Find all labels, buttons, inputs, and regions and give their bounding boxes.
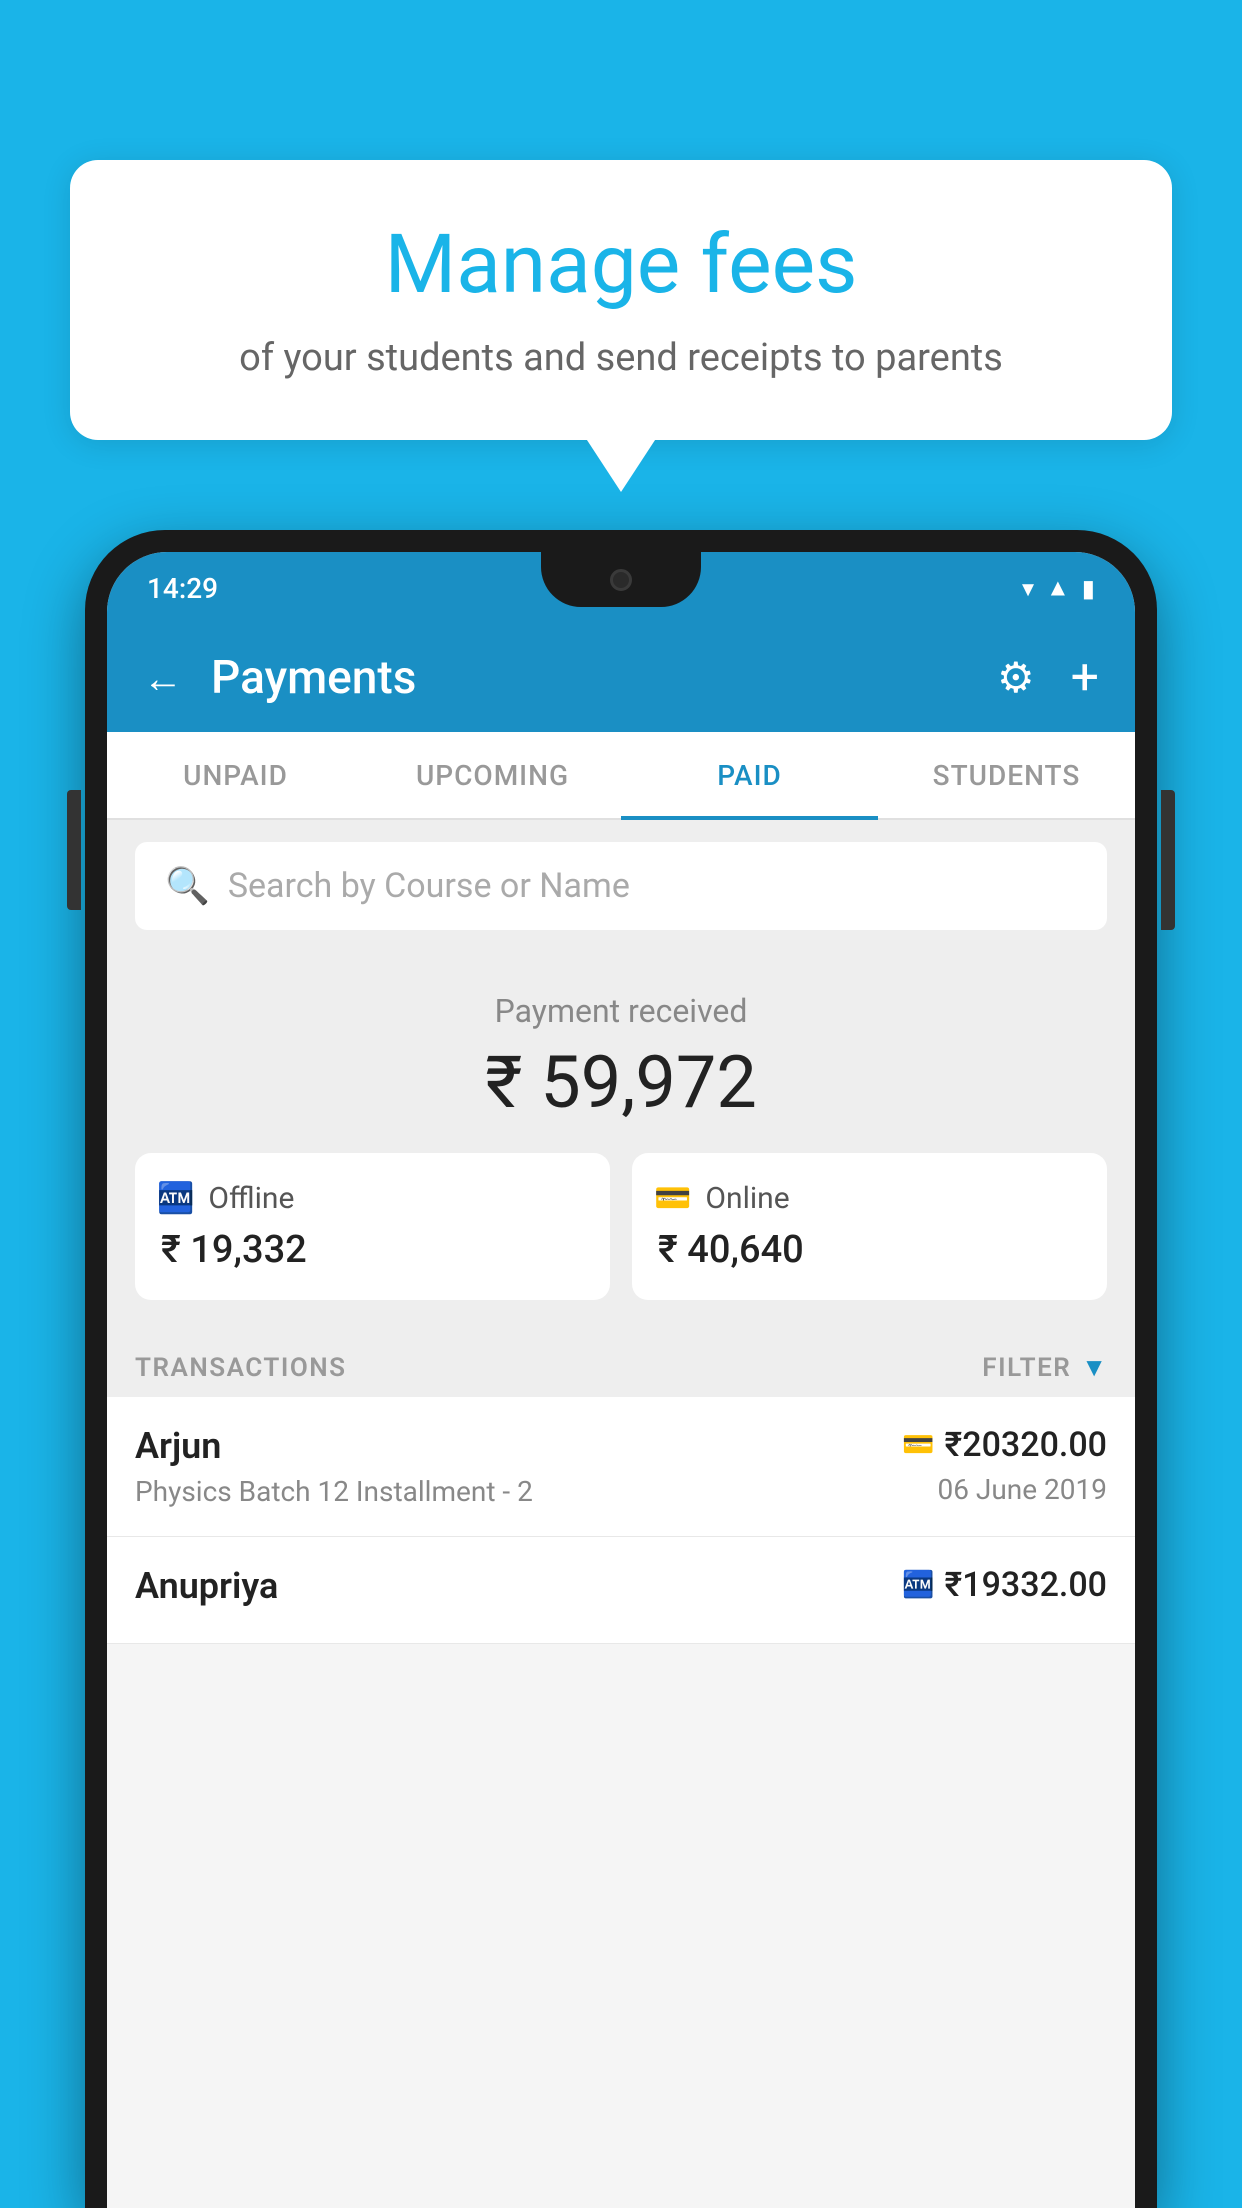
search-container: 🔍 Search by Course or Name <box>107 820 1135 952</box>
hero-title: Manage fees <box>150 220 1092 310</box>
offline-amount: ₹ 19,332 <box>157 1228 588 1272</box>
back-button[interactable]: ← <box>143 655 183 702</box>
transaction-detail: Physics Batch 12 Installment - 2 <box>135 1475 533 1508</box>
offline-icon: 🏧 <box>157 1181 194 1216</box>
status-time: 14:29 <box>147 572 218 605</box>
tab-paid[interactable]: PAID <box>621 732 878 818</box>
transactions-header: TRANSACTIONS FILTER ▼ <box>107 1330 1135 1397</box>
offline-card-header: 🏧 Offline <box>157 1181 588 1216</box>
notch <box>541 552 701 607</box>
transaction-amount-anupriya: ₹19332.00 <box>945 1565 1107 1605</box>
transaction-amount-row-anupriya: 🏧 ₹19332.00 <box>902 1565 1107 1605</box>
online-card-header: 💳 Online <box>654 1181 1085 1216</box>
transaction-item-anupriya[interactable]: Anupriya 🏧 ₹19332.00 <box>107 1537 1135 1644</box>
filter-icon: ▼ <box>1081 1352 1107 1383</box>
offline-card: 🏧 Offline ₹ 19,332 <box>135 1153 610 1300</box>
phone-screen: 14:29 ▾ ▲ ▮ ← Payments ⚙ + UNPAID <box>107 552 1135 2208</box>
camera-dot <box>610 569 632 591</box>
battery-icon: ▮ <box>1082 574 1095 602</box>
online-card: 💳 Online ₹ 40,640 <box>632 1153 1107 1300</box>
transaction-date: 06 June 2019 <box>902 1473 1107 1506</box>
phone-outer: 14:29 ▾ ▲ ▮ ← Payments ⚙ + UNPAID <box>85 530 1157 2208</box>
transaction-left-arjun: Arjun Physics Batch 12 Installment - 2 <box>135 1425 533 1508</box>
transaction-name: Arjun <box>135 1425 533 1467</box>
transaction-item[interactable]: Arjun Physics Batch 12 Installment - 2 💳… <box>107 1397 1135 1537</box>
tab-unpaid[interactable]: UNPAID <box>107 732 364 818</box>
filter-label: FILTER <box>982 1353 1071 1383</box>
hero-card: Manage fees of your students and send re… <box>70 160 1172 440</box>
phone-wrapper: 14:29 ▾ ▲ ▮ ← Payments ⚙ + UNPAID <box>85 530 1157 2208</box>
transaction-amount-row: 💳 ₹20320.00 <box>902 1425 1107 1465</box>
gear-button[interactable]: ⚙ <box>997 653 1035 703</box>
hero-subtitle: of your students and send receipts to pa… <box>150 332 1092 385</box>
search-icon: 🔍 <box>165 865 210 907</box>
online-payment-icon: 💳 <box>902 1430 934 1460</box>
search-bar[interactable]: 🔍 Search by Course or Name <box>135 842 1107 930</box>
transaction-left-anupriya: Anupriya <box>135 1565 278 1615</box>
offline-payment-icon: 🏧 <box>902 1570 934 1600</box>
payment-summary: Payment received ₹ 59,972 🏧 Offline ₹ 19… <box>107 952 1135 1330</box>
transaction-name-anupriya: Anupriya <box>135 1565 278 1607</box>
payment-received-label: Payment received <box>135 992 1107 1030</box>
add-button[interactable]: + <box>1071 649 1099 707</box>
filter-wrap[interactable]: FILTER ▼ <box>982 1352 1107 1383</box>
tabs-bar: UNPAID UPCOMING PAID STUDENTS <box>107 732 1135 820</box>
tab-upcoming[interactable]: UPCOMING <box>364 732 621 818</box>
toolbar-title: Payments <box>211 651 997 705</box>
transaction-list: Arjun Physics Batch 12 Installment - 2 💳… <box>107 1397 1135 1644</box>
status-bar: 14:29 ▾ ▲ ▮ <box>107 552 1135 624</box>
app-toolbar: ← Payments ⚙ + <box>107 624 1135 732</box>
transaction-amount: ₹20320.00 <box>945 1425 1107 1465</box>
search-placeholder-text: Search by Course or Name <box>228 866 630 906</box>
status-icons: ▾ ▲ ▮ <box>1022 574 1095 603</box>
signal-icon: ▲ <box>1046 574 1070 603</box>
offline-label: Offline <box>208 1181 294 1216</box>
transaction-right-anupriya: 🏧 ₹19332.00 <box>902 1565 1107 1613</box>
online-amount: ₹ 40,640 <box>654 1228 1085 1272</box>
tab-students[interactable]: STUDENTS <box>878 732 1135 818</box>
payment-cards: 🏧 Offline ₹ 19,332 💳 Online ₹ 40,640 <box>135 1153 1107 1300</box>
transactions-label: TRANSACTIONS <box>135 1353 347 1383</box>
wifi-icon: ▾ <box>1022 574 1034 602</box>
online-icon: 💳 <box>654 1181 691 1216</box>
transaction-right-arjun: 💳 ₹20320.00 06 June 2019 <box>902 1425 1107 1506</box>
online-label: Online <box>705 1181 789 1216</box>
payment-total: ₹ 59,972 <box>135 1040 1107 1125</box>
